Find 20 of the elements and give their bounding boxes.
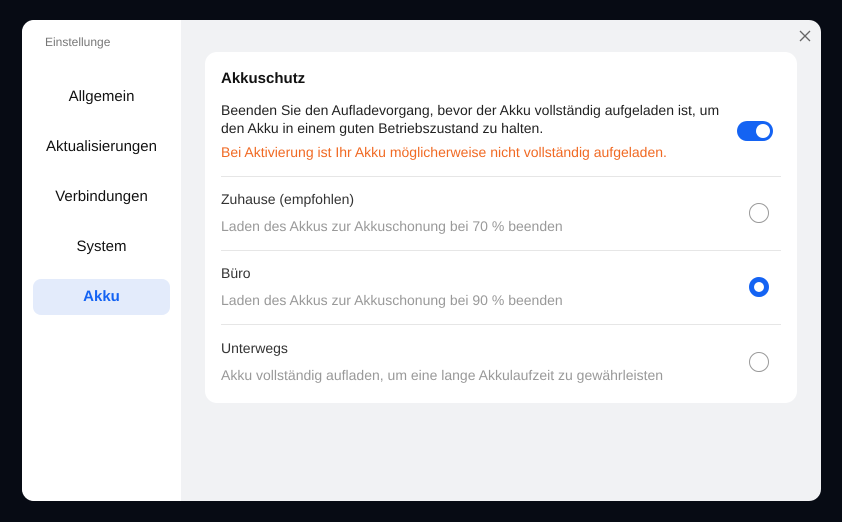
option-description: Laden des Akkus zur Akkuschonung bei 70 % beenden [221,217,564,236]
warning-text: Bei Aktivierung ist Ihr Akku möglicherweise nicht vollständig aufgeladen. [221,142,668,160]
sidebar-item[interactable]: Verbindungen [33,179,170,215]
option-description: Laden des Akkus zur Akkuschonung bei 90 % beenden [221,291,564,310]
window-title: Einstellunge [44,34,112,51]
option-label: Zuhause (empfohlen) [221,190,356,209]
option-label: Büro [221,264,252,283]
toggle-switch[interactable] [737,120,773,140]
sidebar-item[interactable]: System [33,229,170,265]
option-description: Akku vollständig aufladen, um eine lange Akkulaufzeit zu gewährleisten [221,366,664,385]
sidebar-item[interactable]: Akku [33,279,170,315]
section-title: Akkuschutz [221,69,306,89]
close-icon [799,30,811,42]
sidebar-item[interactable]: Aktualisierungen [33,129,170,165]
description-text: Beenden Sie den Aufladevorgang, bevor der Akku vollständig aufgeladen ist, um den Akku in einem guten Betriebszustand zu halten. [221,100,720,136]
radio-button[interactable] [749,277,769,297]
option-label: Unterwegs [221,338,289,358]
radio-button[interactable] [749,203,769,223]
radio-button[interactable] [749,352,769,372]
sidebar-item[interactable]: Allgemein [33,79,170,115]
